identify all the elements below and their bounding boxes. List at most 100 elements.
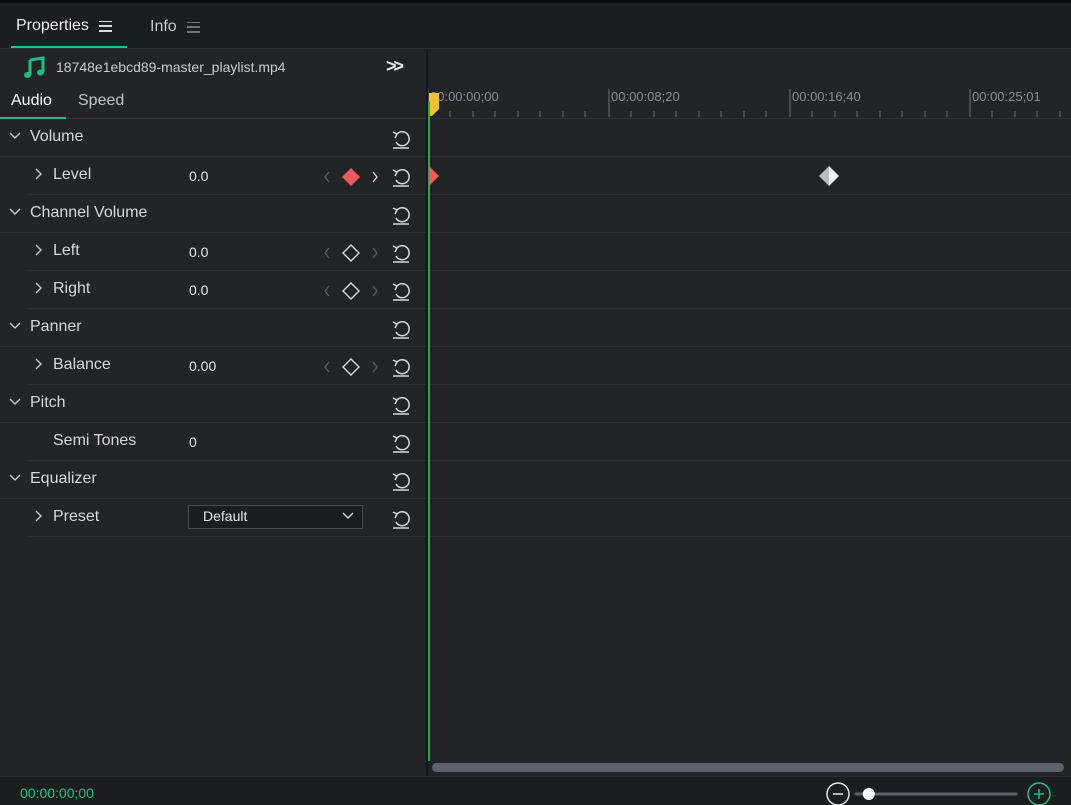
track-right[interactable] xyxy=(428,271,1071,309)
reset-icon[interactable] xyxy=(390,432,412,454)
property-balance-value[interactable]: 0.00 xyxy=(189,358,216,374)
current-timecode[interactable]: 00:00:00;00 xyxy=(20,785,94,801)
property-right-label: Right xyxy=(53,280,91,297)
properties-panel: 18748e1ebcd89-master_playlist.mp4 >> Aud… xyxy=(0,49,426,776)
property-semi-tones-label: Semi Tones xyxy=(53,432,137,449)
property-subtabs: Audio Speed xyxy=(0,87,426,119)
track-preset[interactable] xyxy=(428,499,1071,537)
keyframe-timeline[interactable]: 00:00:00;00 00:00:08;20 00:00:16;40 00:0… xyxy=(428,49,1071,776)
zoom-slider-thumb xyxy=(862,788,875,800)
property-left-label: Left xyxy=(53,242,80,259)
tab-properties[interactable]: Properties xyxy=(11,6,127,48)
track-volume xyxy=(428,119,1071,157)
next-keyframe-icon xyxy=(372,361,378,373)
reset-icon[interactable] xyxy=(390,204,412,226)
subtab-audio[interactable]: Audio xyxy=(0,92,66,119)
track-equalizer xyxy=(428,461,1071,499)
zoom-control xyxy=(826,782,1051,805)
reset-icon[interactable] xyxy=(390,318,412,340)
property-preset[interactable]: Preset Default xyxy=(27,499,426,537)
reset-icon[interactable] xyxy=(390,242,412,264)
keyframe-marker-red xyxy=(429,166,439,186)
property-semi-tones-value[interactable]: 0 xyxy=(189,434,197,450)
tab-properties-label: Properties xyxy=(16,17,89,34)
group-equalizer[interactable]: Equalizer xyxy=(0,461,426,499)
property-semi-tones[interactable]: Semi Tones 0 xyxy=(27,423,426,461)
property-level-value[interactable]: 0.0 xyxy=(189,168,208,184)
chevron-down-icon[interactable] xyxy=(8,205,22,219)
expand-panel-icon[interactable]: >> xyxy=(386,56,404,77)
ruler-label-1: 00:00:08;20 xyxy=(611,89,680,104)
group-volume[interactable]: Volume xyxy=(0,119,426,157)
track-level-keyframes xyxy=(429,166,839,186)
reset-icon[interactable] xyxy=(390,166,412,188)
property-balance-label: Balance xyxy=(53,356,111,373)
chevron-down-icon[interactable] xyxy=(8,319,22,333)
property-right[interactable]: Right 0.0 xyxy=(27,271,426,309)
keyframe-diamond-icon xyxy=(342,282,360,300)
property-preset-label: Preset xyxy=(53,508,100,525)
reset-icon[interactable] xyxy=(390,470,412,492)
timeline-tracks xyxy=(428,119,1071,537)
track-channel-volume xyxy=(428,195,1071,233)
keyframe-marker-right-half xyxy=(829,166,839,186)
keyframe-diamond-icon xyxy=(342,358,360,376)
group-channel-volume[interactable]: Channel Volume xyxy=(0,195,426,233)
chevron-down-icon[interactable] xyxy=(8,471,22,485)
prev-keyframe-icon xyxy=(324,171,330,183)
track-balance[interactable] xyxy=(428,347,1071,385)
panel-tab-bar: Properties Info xyxy=(0,0,1071,49)
track-pitch xyxy=(428,385,1071,423)
subtab-speed[interactable]: Speed xyxy=(78,92,124,110)
music-note-icon xyxy=(24,56,45,78)
chevron-down-icon xyxy=(342,512,354,519)
preset-dropdown[interactable]: Default xyxy=(188,505,363,529)
reset-icon[interactable] xyxy=(390,128,412,150)
time-ruler[interactable]: 00:00:00;00 00:00:08;20 00:00:16;40 00:0… xyxy=(428,49,1071,119)
group-equalizer-label: Equalizer xyxy=(30,470,97,487)
chevron-down-icon[interactable] xyxy=(8,129,22,143)
property-level[interactable]: Level 0.0 xyxy=(27,157,426,195)
track-semi-tones[interactable] xyxy=(428,423,1071,461)
reset-icon[interactable] xyxy=(390,280,412,302)
group-volume-label: Volume xyxy=(30,128,84,145)
hamburger-menu-icon[interactable] xyxy=(186,21,200,33)
chevron-right-icon[interactable] xyxy=(32,509,46,523)
keyframe-nav xyxy=(324,358,378,376)
horizontal-scrollbar[interactable] xyxy=(432,763,1064,772)
keyframe-nav xyxy=(324,244,378,262)
chevron-right-icon[interactable] xyxy=(32,167,46,181)
property-left-value[interactable]: 0.0 xyxy=(189,244,208,260)
track-level[interactable] xyxy=(428,157,1071,195)
tab-info[interactable]: Info xyxy=(150,6,200,48)
ruler-label-3: 00:00:25;01 xyxy=(972,89,1041,104)
prev-keyframe-icon xyxy=(324,361,330,373)
ruler-ticks: 00:00:00;00 00:00:08;20 00:00:16;40 00:0… xyxy=(428,89,1061,117)
chevron-down-icon[interactable] xyxy=(8,395,22,409)
playhead-line[interactable] xyxy=(428,101,430,761)
next-keyframe-icon xyxy=(372,171,378,183)
ruler-label-0: 00:00:00;00 xyxy=(430,89,499,104)
status-bar: 00:00:00;00 xyxy=(0,776,1071,805)
group-pitch-label: Pitch xyxy=(30,394,66,411)
reset-icon[interactable] xyxy=(390,394,412,416)
chevron-right-icon[interactable] xyxy=(32,357,46,371)
next-keyframe-icon xyxy=(372,247,378,259)
property-right-value[interactable]: 0.0 xyxy=(189,282,208,298)
reset-icon[interactable] xyxy=(390,356,412,378)
track-left[interactable] xyxy=(428,233,1071,271)
prev-keyframe-icon xyxy=(324,247,330,259)
property-balance[interactable]: Balance 0.00 xyxy=(27,347,426,385)
clip-filename: 18748e1ebcd89-master_playlist.mp4 xyxy=(56,59,286,75)
track-panner xyxy=(428,309,1071,347)
property-left[interactable]: Left 0.0 xyxy=(27,233,426,271)
keyframe-nav xyxy=(324,168,378,186)
reset-icon[interactable] xyxy=(390,508,412,530)
playhead-handle xyxy=(429,93,439,116)
tab-info-label: Info xyxy=(150,18,177,35)
hamburger-menu-icon[interactable] xyxy=(98,20,112,32)
chevron-right-icon[interactable] xyxy=(32,281,46,295)
group-pitch[interactable]: Pitch xyxy=(0,385,426,423)
chevron-right-icon[interactable] xyxy=(32,243,46,257)
group-panner[interactable]: Panner xyxy=(0,309,426,347)
